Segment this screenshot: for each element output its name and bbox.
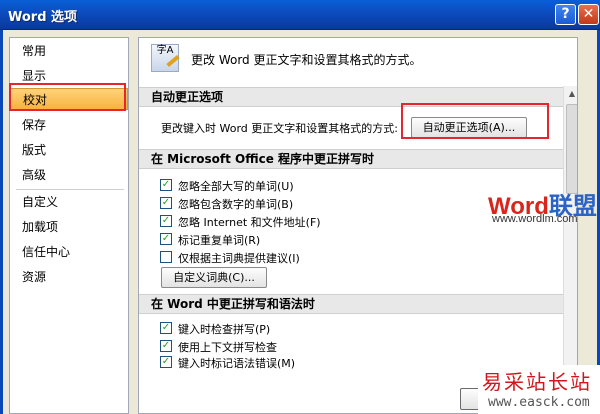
proofing-panel: 字A 更改 Word 更正文字和设置其格式的方式。 自动更正选项 更改键入时 W… <box>138 37 578 414</box>
scroll-thumb[interactable] <box>566 104 577 194</box>
label-flag-repeated: 标记重复单词(R) <box>178 234 261 247</box>
nav-item-resources[interactable]: 资源 <box>22 266 127 288</box>
autocorrect-description: 更改键入时 Word 更正文字和设置其格式的方式: <box>161 122 398 135</box>
label-mark-grammar: 键入时标记语法错误(M) <box>178 357 296 370</box>
checkbox-mark-grammar[interactable]: ✓ <box>160 356 172 368</box>
title-bar: Word 选项 ? ✕ <box>0 0 600 30</box>
scroll-up-icon[interactable]: ▲ <box>566 88 577 100</box>
pen-icon <box>166 54 180 68</box>
highlight-box-autocorrect-button <box>401 103 549 139</box>
section-word-grammar: 在 Word 中更正拼写和语法时 <box>139 294 577 314</box>
checkbox-main-dictionary[interactable] <box>160 251 172 263</box>
nav-item-advanced[interactable]: 高级 <box>22 164 127 186</box>
checkbox-ignore-internet[interactable]: ✓ <box>160 215 172 227</box>
close-button[interactable]: ✕ <box>578 4 599 25</box>
custom-dictionaries-button[interactable]: 自定义词典(C)... <box>161 267 267 288</box>
nav-item-save[interactable]: 保存 <box>22 114 127 136</box>
help-button[interactable]: ? <box>555 4 576 25</box>
checkbox-ignore-numbers[interactable]: ✓ <box>160 197 172 209</box>
easck-watermark: 易采站长站 www.easck.com <box>478 365 600 414</box>
panel-header: 字A 更改 Word 更正文字和设置其格式的方式。 <box>139 38 577 86</box>
window-title: Word 选项 <box>8 10 78 25</box>
checkbox-check-spelling[interactable]: ✓ <box>160 322 172 334</box>
checkbox-contextual-spelling[interactable]: ✓ <box>160 340 172 352</box>
nav-item-layout[interactable]: 版式 <box>22 139 127 161</box>
proofing-abc-icon: 字A <box>151 44 180 72</box>
wordlm-url: www.wordlm.com <box>492 213 578 225</box>
section-office-spelling: 在 Microsoft Office 程序中更正拼写时 <box>139 149 577 169</box>
label-check-spelling: 键入时检查拼写(P) <box>178 323 271 336</box>
nav-item-customize[interactable]: 自定义 <box>22 191 127 213</box>
nav-item-general[interactable]: 常用 <box>22 40 127 62</box>
label-ignore-numbers: 忽略包含数字的单词(B) <box>178 198 294 211</box>
highlight-box-proofing <box>9 83 126 111</box>
nav-divider <box>16 189 124 190</box>
checkbox-ignore-uppercase[interactable]: ✓ <box>160 179 172 191</box>
nav-item-addins[interactable]: 加载项 <box>22 216 127 238</box>
nav-item-trust-center[interactable]: 信任中心 <box>22 241 127 263</box>
label-ignore-uppercase: 忽略全部大写的单词(U) <box>178 180 294 193</box>
label-main-dictionary: 仅根据主词典提供建议(I) <box>178 252 300 265</box>
checkbox-flag-repeated[interactable]: ✓ <box>160 233 172 245</box>
label-ignore-internet: 忽略 Internet 和文件地址(F) <box>178 216 321 229</box>
label-contextual-spelling: 使用上下文拼写检查 <box>178 341 277 354</box>
panel-header-text: 更改 Word 更正文字和设置其格式的方式。 <box>191 53 422 67</box>
